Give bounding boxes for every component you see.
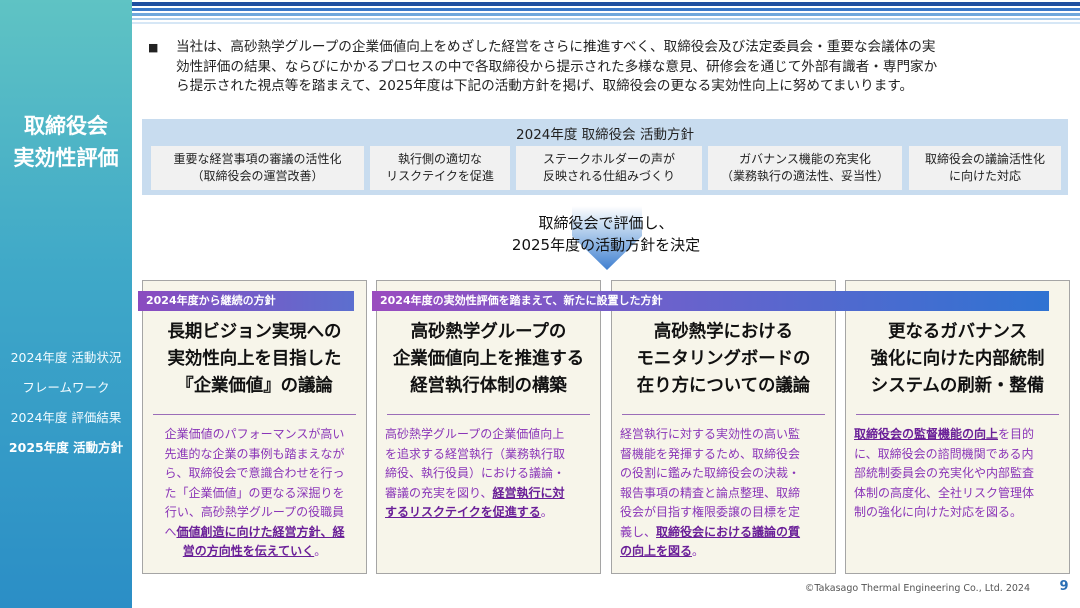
policy-item-line: 反映される仕組みづくり bbox=[542, 169, 675, 183]
intro-line: ら提示された視点等を踏まえて、2025年度は下記の活動方針を掲げ、取締役会の更な… bbox=[176, 78, 914, 94]
card-body-text: 審議の充実を図り、 bbox=[385, 485, 493, 500]
policy-card-long-term-vision: 長期ビジョン実現への 実効性向上を目指した 『企業価値』の議論 企業価値のパフォ… bbox=[142, 280, 367, 574]
card-body-emphasis: の向上を図る bbox=[620, 544, 693, 558]
card-title-line: 実効性向上を目指した bbox=[167, 349, 342, 369]
card-title-line: 在り方についての議論 bbox=[636, 376, 811, 396]
policy-item-line: 取締役会の議論活性化 bbox=[924, 152, 1045, 166]
card-title-line: 高砂熱学における bbox=[653, 322, 794, 342]
card-title: 長期ビジョン実現への 実効性向上を目指した 『企業価値』の議論 bbox=[143, 319, 366, 400]
card-body-line: 経営執行に対する実効性の高い監 bbox=[620, 427, 801, 441]
policy-item-line: （取締役会の運営改善） bbox=[191, 169, 324, 183]
copyright-text: ©Takasago Thermal Engineering Co., Ltd. … bbox=[804, 583, 1030, 594]
card-body-emphasis: 取締役会における議論の質 bbox=[656, 524, 801, 539]
policy-item: ステークホルダーの声が 反映される仕組みづくり bbox=[516, 146, 702, 190]
nav-item-2024-results[interactable]: 2024年度 評価結果 bbox=[0, 403, 132, 433]
card-body-line: ら、取締役会で意識合わせを行っ bbox=[164, 466, 345, 480]
card-body-line: 部統制委員会の充実化や内部監査 bbox=[854, 466, 1035, 480]
intro-line: 効性評価の結果、ならびにかかるプロセスの中で各取締役から提示された多様な意見、研… bbox=[176, 58, 938, 75]
card-body-text: へ bbox=[164, 524, 177, 539]
intro-paragraph: ■ 当社は、高砂熱学グループの企業価値向上をめざした経営をさらに推進すべく、取締… bbox=[148, 38, 1064, 97]
card-title-line: 強化に向けた内部統制 bbox=[870, 349, 1045, 369]
card-body-text: 。 bbox=[540, 505, 553, 519]
new-policy-banner: 2024年度の実効性評価を踏まえて、新たに設置した方針 bbox=[372, 291, 1049, 311]
card-body: 企業価値のパフォーマンスが高い 先進的な企業の事例も踏まえなが ら、取締役会で意… bbox=[143, 425, 366, 562]
policy-card-management-structure: 高砂熱学グループの 企業価値向上を推進する 経営執行体制の構築 高砂熱学グループ… bbox=[376, 280, 601, 574]
card-title-line: 『企業価値』の議論 bbox=[176, 376, 333, 396]
card-divider bbox=[153, 414, 356, 415]
card-body-line: 役会が目指す権限委譲の目標を定 bbox=[620, 505, 801, 519]
card-body-text: 義し、 bbox=[620, 524, 657, 539]
card-body-line: 先進的な企業の事例も踏まえなが bbox=[164, 446, 345, 461]
sidebar: 取締役会 実効性評価 2024年度 活動状況 フレームワーク 2024年度 評価… bbox=[0, 0, 132, 608]
policy-card-monitoring-board: 高砂熱学における モニタリングボードの 在り方についての議論 経営執行に対する実… bbox=[611, 280, 836, 574]
card-divider bbox=[856, 414, 1059, 415]
bullet-marker: ■ bbox=[148, 41, 159, 54]
policy-2024-box: 2024年度 取締役会 活動方針 重要な経営事項の審議の活性化 （取締役会の運営… bbox=[142, 119, 1068, 195]
card-body-line: 行い、高砂熱学グループの役職員 bbox=[164, 505, 345, 519]
card-body-line: た「企業価値」の更なる深掘りを bbox=[164, 485, 345, 500]
card-body-line: 締役、執行役員）における議論・ bbox=[385, 466, 566, 480]
section-title-line2: 実効性評価 bbox=[13, 146, 119, 170]
card-body-line: 高砂熱学グループの企業価値向上 bbox=[385, 427, 565, 441]
card-body-line: を追求する経営執行（業務執行取 bbox=[385, 446, 566, 461]
policy-item-line: ガバナンス機能の充実化 bbox=[739, 152, 871, 166]
policy-2024-title: 2024年度 取締役会 活動方針 bbox=[516, 127, 694, 143]
policy-item: 重要な経営事項の審議の活性化 （取締役会の運営改善） bbox=[151, 146, 364, 190]
page-number: 9 bbox=[1059, 579, 1069, 594]
card-title-line: システムの刷新・整備 bbox=[870, 376, 1045, 396]
card-title: 更なるガバナンス 強化に向けた内部統制 システムの刷新・整備 bbox=[846, 319, 1069, 400]
card-body-emphasis: 取締役会の監督機能の向上 bbox=[854, 427, 999, 441]
card-divider bbox=[622, 414, 825, 415]
policy-item: 取締役会の議論活性化 に向けた対応 bbox=[909, 146, 1061, 190]
card-body-text: を目的 bbox=[998, 427, 1035, 441]
card-body-text: 。 bbox=[314, 544, 327, 558]
card-body-emphasis: するリスクテイクを促進する bbox=[385, 505, 541, 519]
policy-item-line: に向けた対応 bbox=[948, 169, 1021, 183]
policy-item-line: （業務執行の適法性、妥当性） bbox=[720, 169, 889, 183]
card-body: 高砂熱学グループの企業価値向上 を追求する経営執行（業務執行取 締役、執行役員）… bbox=[377, 425, 600, 523]
policy-item-line: ステークホルダーの声が bbox=[542, 152, 675, 166]
policy-item-line: 重要な経営事項の審議の活性化 bbox=[173, 152, 342, 166]
card-body-line: 企業価値のパフォーマンスが高い bbox=[164, 427, 345, 441]
section-title-line1: 取締役会 bbox=[24, 114, 108, 138]
card-body-line: 督機能を発揮するため、取締役会 bbox=[620, 446, 801, 461]
card-title-line: 更なるガバナンス bbox=[888, 322, 1027, 342]
card-body-emphasis: 価値創造に向けた経営方針、経 bbox=[176, 524, 345, 539]
card-title: 高砂熱学グループの 企業価値向上を推進する 経営執行体制の構築 bbox=[377, 319, 600, 400]
nav-item-framework[interactable]: フレームワーク bbox=[0, 373, 132, 403]
section-title: 取締役会 実効性評価 bbox=[0, 110, 132, 174]
card-body-line: の役割に鑑みた取締役会の決裁・ bbox=[620, 466, 801, 480]
card-title-line: モニタリングボードの bbox=[636, 349, 811, 369]
evaluation-caption: 取締役会で評価し、 2025年度の活動方針を決定 bbox=[470, 212, 742, 256]
card-body-line: 制の強化に向けた対応を図る。 bbox=[854, 505, 1023, 519]
card-divider bbox=[387, 414, 590, 415]
card-title: 高砂熱学における モニタリングボードの 在り方についての議論 bbox=[612, 319, 835, 400]
policy-item-line: リスクテイクを促進 bbox=[386, 169, 494, 183]
evaluation-caption-line: 取締役会で評価し、 bbox=[538, 214, 674, 232]
intro-line: 当社は、高砂熱学グループの企業価値向上をめざした経営をさらに推進すべく、取締役会… bbox=[176, 39, 936, 55]
card-body-emphasis: 経営執行に対 bbox=[492, 485, 565, 500]
nav-item-2025-policy[interactable]: 2025年度 活動方針 bbox=[0, 433, 132, 463]
card-body-emphasis: 営の方向性を伝えていく bbox=[182, 544, 315, 558]
card-title-line: 高砂熱学グループの bbox=[410, 322, 567, 342]
card-title-line: 企業価値向上を推進する bbox=[392, 349, 585, 369]
card-body-line: に、取締役会の諮問機関である内 bbox=[854, 446, 1034, 461]
policy-item: 執行側の適切な リスクテイクを促進 bbox=[370, 146, 510, 190]
card-body-line: 報告事項の精査と論点整理、取締 bbox=[620, 485, 801, 500]
sidebar-nav: 2024年度 活動状況 フレームワーク 2024年度 評価結果 2025年度 活… bbox=[0, 343, 132, 463]
card-body-text: 。 bbox=[692, 544, 705, 558]
card-title-line: 経営執行体制の構築 bbox=[410, 376, 567, 396]
nav-item-2024-activity[interactable]: 2024年度 活動状況 bbox=[0, 343, 132, 373]
card-body: 経営執行に対する実効性の高い監 督機能を発揮するため、取締役会 の役割に鑑みた取… bbox=[612, 425, 835, 562]
policy-item-line: 執行側の適切な bbox=[397, 152, 482, 166]
evaluation-caption-line: 2025年度の活動方針を決定 bbox=[511, 236, 701, 254]
card-title-line: 長期ビジョン実現への bbox=[167, 322, 342, 342]
policy-item: ガバナンス機能の充実化 （業務執行の適法性、妥当性） bbox=[708, 146, 902, 190]
card-body: 取締役会の監督機能の向上を目的 に、取締役会の諮問機関である内 部統制委員会の充… bbox=[846, 425, 1069, 523]
header-stripes bbox=[132, 0, 1080, 26]
policy-card-internal-control: 更なるガバナンス 強化に向けた内部統制 システムの刷新・整備 取締役会の監督機能… bbox=[845, 280, 1070, 574]
card-body-line: 体制の高度化、全社リスク管理体 bbox=[854, 485, 1035, 500]
continued-policy-banner: 2024年度から継続の方針 bbox=[138, 291, 354, 311]
